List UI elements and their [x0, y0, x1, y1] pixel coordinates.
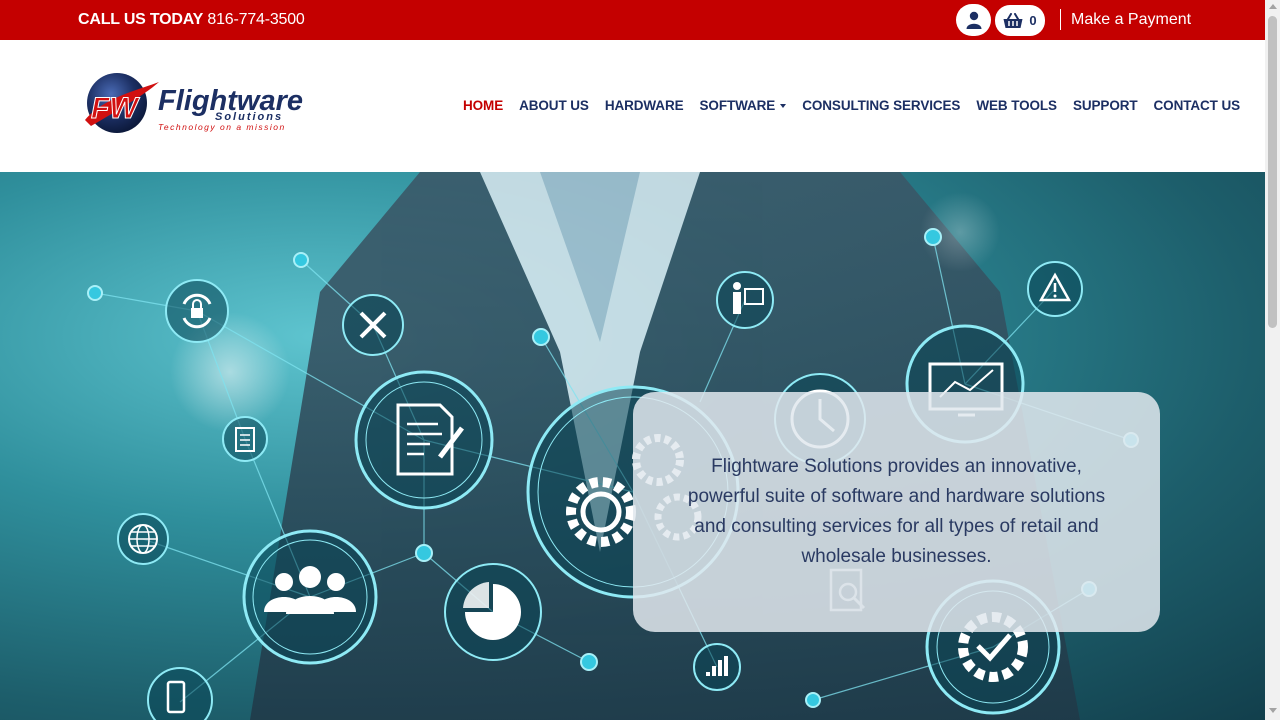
call-us-label: CALL US TODAY — [78, 11, 204, 28]
nav-consulting-services[interactable]: CONSULTING SERVICES — [802, 98, 960, 113]
user-icon — [966, 11, 981, 29]
lock-refresh-icon — [165, 279, 229, 343]
cart-button[interactable]: 0 — [995, 5, 1045, 36]
mobile-icon — [147, 667, 213, 720]
scroll-up-arrow-icon[interactable] — [1269, 4, 1277, 9]
pie-chart-icon — [444, 563, 542, 661]
nav-software[interactable]: SOFTWARE — [700, 98, 787, 113]
hero-tagline: Flightware Solutions provides an innovat… — [687, 456, 1106, 567]
scroll-down-arrow-icon[interactable] — [1269, 708, 1277, 713]
nav-support[interactable]: SUPPORT — [1073, 98, 1138, 113]
hero-info-box: Flightware Solutions provides an innovat… — [633, 392, 1160, 632]
nav-about-us[interactable]: ABOUT US — [519, 98, 589, 113]
nav-hardware[interactable]: HARDWARE — [605, 98, 684, 113]
call-us-text: CALL US TODAY 816-774-3500 — [78, 11, 305, 29]
page-scrollbar[interactable] — [1265, 0, 1280, 720]
scroll-thumb[interactable] — [1268, 16, 1277, 328]
tools-icon — [342, 294, 404, 356]
small-document-icon — [222, 416, 268, 462]
nav-contact-us[interactable]: CONTACT US — [1154, 98, 1241, 113]
document-icon — [354, 370, 494, 510]
top-bar: CALL US TODAY 816-774-3500 0 Make a Paym… — [0, 0, 1265, 40]
make-payment-link[interactable]: Make a Payment — [1071, 11, 1191, 29]
account-button[interactable] — [956, 4, 991, 36]
topbar-divider — [1060, 9, 1061, 30]
caret-down-icon — [780, 104, 787, 109]
nav-web-tools[interactable]: WEB TOOLS — [976, 98, 1057, 113]
users-icon — [242, 529, 378, 665]
globe-icon — [117, 513, 169, 565]
warning-icon — [1027, 261, 1083, 317]
cart-count: 0 — [1029, 13, 1037, 28]
nav-software-label: SOFTWARE — [699, 98, 776, 113]
logo-monogram: FW — [91, 92, 140, 125]
presenter-icon — [716, 271, 774, 329]
site-header: FW Flightware Solutions Technology on a … — [0, 40, 1265, 172]
flightware-logo[interactable]: FW Flightware Solutions Technology on a … — [83, 70, 315, 140]
nav-home[interactable]: HOME — [463, 98, 503, 113]
bar-chart-icon — [693, 643, 741, 691]
logo-tagline: Technology on a mission — [158, 122, 286, 132]
hero-banner: Flightware Solutions provides an innovat… — [0, 172, 1265, 720]
phone-number[interactable]: 816-774-3500 — [207, 11, 304, 28]
shopping-basket-icon — [1003, 12, 1023, 28]
main-nav: HOME ABOUT US HARDWARE SOFTWARE CONSULTI… — [463, 98, 1256, 113]
